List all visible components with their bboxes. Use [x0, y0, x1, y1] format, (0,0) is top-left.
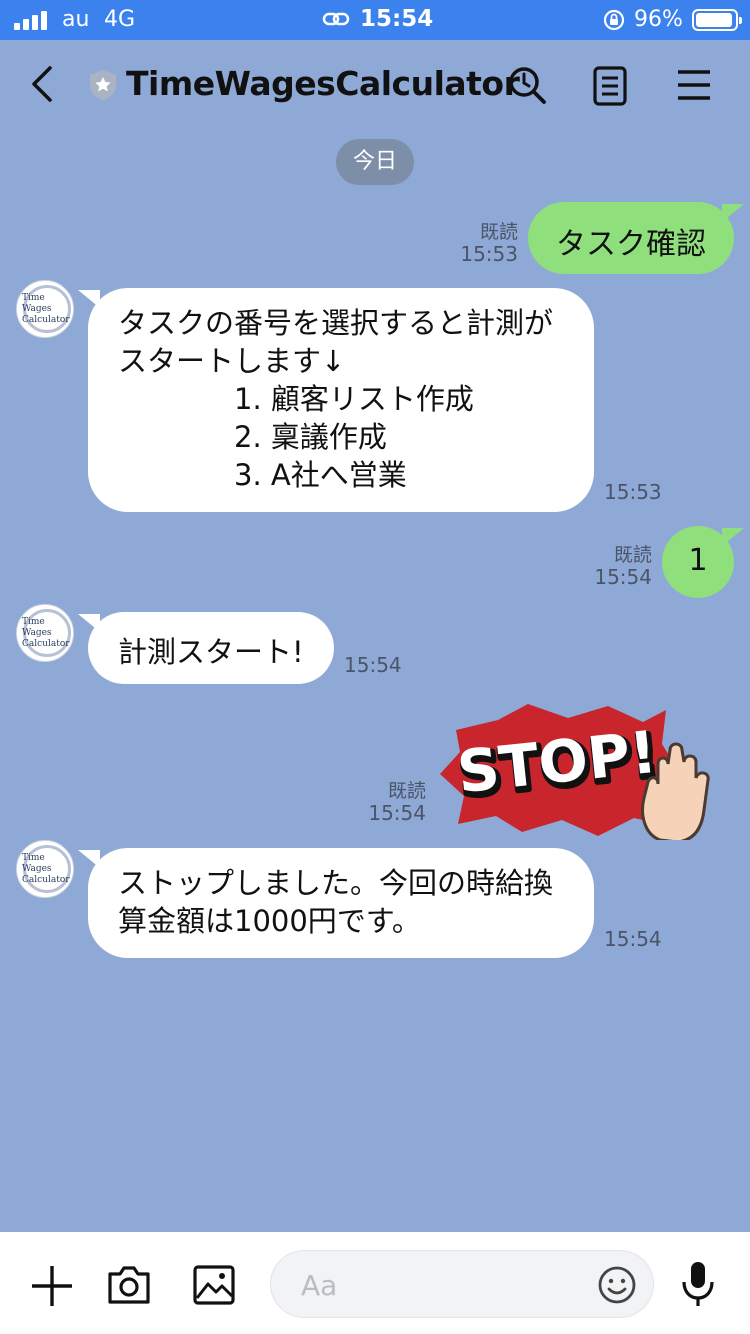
- rotation-lock-icon: [602, 8, 626, 38]
- chat-header: TimeWagesCalculator: [0, 40, 750, 130]
- avatar-logo-text: Time Wages Calculator: [22, 293, 70, 325]
- signal-icon: [14, 11, 47, 30]
- notes-icon[interactable]: [592, 66, 628, 110]
- message-time: 15:53: [460, 242, 518, 266]
- carrier-label: au: [62, 7, 90, 32]
- avatar[interactable]: Time Wages Calculator: [16, 280, 74, 338]
- status-bar: au 4G 15:54 96%: [0, 0, 750, 40]
- stop-sticker[interactable]: STOP! STOP!: [438, 700, 728, 844]
- incoming-message[interactable]: 計測スタート!: [78, 612, 334, 684]
- message-input[interactable]: Aa: [270, 1250, 654, 1318]
- network-label: 4G: [104, 7, 136, 32]
- incoming-message[interactable]: ストップしました。今回の時給換 算金額は1000円です。: [78, 848, 594, 958]
- avatar[interactable]: Time Wages Calculator: [16, 604, 74, 662]
- battery-icon: [692, 9, 742, 31]
- outgoing-message[interactable]: 1: [662, 526, 744, 598]
- avatar-logo-text: Time Wages Calculator: [22, 853, 70, 885]
- read-receipt: 既読: [613, 544, 652, 566]
- emoji-icon[interactable]: [597, 1265, 637, 1309]
- message-text: 計測スタート!: [118, 635, 304, 669]
- message-text: 1: [688, 543, 708, 578]
- official-account-badge-icon: [88, 68, 118, 106]
- message-text: タスク確認: [556, 227, 706, 262]
- plus-icon[interactable]: [30, 1264, 74, 1312]
- avatar[interactable]: Time Wages Calculator: [16, 840, 74, 898]
- message-meta: 既読 15:54: [574, 544, 652, 588]
- search-icon[interactable]: [506, 64, 548, 110]
- message-time: 15:53: [604, 480, 662, 504]
- message-time: 15:54: [594, 565, 652, 589]
- date-separator: 今日: [336, 139, 414, 185]
- read-receipt: 既読: [479, 221, 518, 243]
- microphone-icon[interactable]: [680, 1260, 716, 1312]
- message-text: ストップしました。今回の時給換 算金額は1000円です。: [118, 866, 554, 938]
- incoming-message[interactable]: タスクの番号を選択すると計測が スタートします↓ 1. 顧客リスト作成 2. 稟…: [78, 288, 594, 512]
- menu-icon[interactable]: [676, 68, 712, 106]
- image-icon[interactable]: [192, 1264, 236, 1310]
- message-time: 15:54: [604, 927, 662, 951]
- battery-percentage: 96%: [634, 7, 683, 32]
- message-input-bar: Aa: [0, 1232, 750, 1334]
- avatar-logo-text: Time Wages Calculator: [22, 617, 70, 649]
- read-receipt: 既読: [387, 780, 426, 802]
- message-time: 15:54: [344, 653, 402, 677]
- message-time: 15:54: [368, 801, 426, 825]
- back-icon[interactable]: [26, 64, 58, 108]
- camera-icon[interactable]: [106, 1264, 152, 1310]
- status-time: 15:54: [360, 6, 434, 32]
- message-input-placeholder: Aa: [301, 1269, 338, 1302]
- message-meta: 既読 15:54: [348, 780, 426, 824]
- message-meta: 既読 15:53: [440, 221, 518, 265]
- message-text: タスクの番号を選択すると計測が スタートします↓ 1. 顧客リスト作成 2. 稟…: [118, 306, 554, 492]
- link-icon: [322, 8, 350, 36]
- chat-title: TimeWagesCalculator: [126, 64, 520, 103]
- outgoing-message[interactable]: タスク確認: [528, 202, 744, 274]
